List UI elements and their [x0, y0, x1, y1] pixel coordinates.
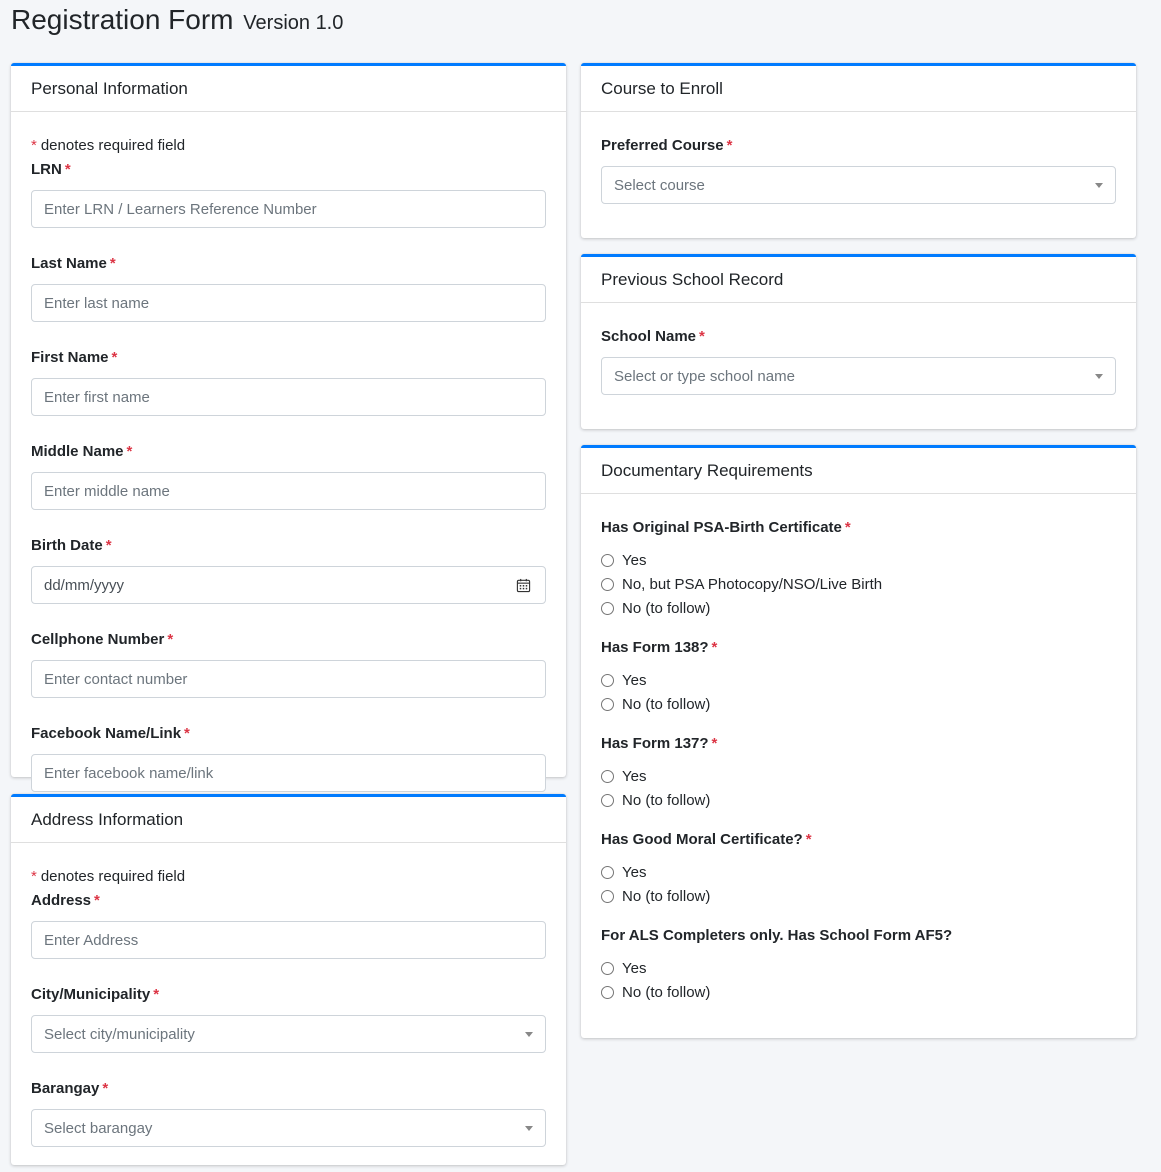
radio-button[interactable]	[601, 793, 614, 807]
version-label: Version 1.0	[243, 12, 344, 34]
documents-header: Documentary Requirements	[581, 448, 1136, 494]
personal-info-card: Personal Information * denotes required f…	[11, 63, 566, 792]
radio-option[interactable]: Yes	[601, 668, 1116, 692]
facebook-group: Facebook Name/Link * Enter facebook name/…	[31, 722, 546, 792]
radio-option[interactable]: No (to follow)	[601, 884, 1116, 908]
school-select[interactable]: Select or type school name	[601, 357, 1116, 395]
als-af5-label: For ALS Completers only. Has School Form…	[601, 927, 953, 944]
good-moral-question: Has Good Moral Certificate? * Yes No (to …	[601, 828, 1116, 908]
cellphone-group: Cellphone Number * Enter contact number	[31, 628, 546, 698]
radio-option[interactable]: No (to follow)	[601, 788, 1116, 812]
middle-name-input[interactable]: Enter middle name	[31, 472, 546, 510]
last-name-group: Last Name * Enter last name	[31, 252, 546, 322]
course-card: Course to Enroll Preferred Course * Selec…	[581, 63, 1136, 238]
form138-label: Has Form 138? *	[601, 639, 718, 656]
last-name-input[interactable]: Enter last name	[31, 284, 546, 322]
school-name-label: School Name *	[601, 328, 705, 345]
radio-option[interactable]: Yes	[601, 860, 1116, 884]
first-name-label: First Name *	[31, 349, 118, 366]
radio-button[interactable]	[601, 961, 614, 975]
calendar-icon[interactable]	[516, 578, 531, 593]
preferred-course-label: Preferred Course *	[601, 137, 733, 154]
radio-button[interactable]	[601, 697, 614, 711]
form138-question: Has Form 138? * Yes No (to follow)	[601, 636, 1116, 716]
birth-date-label: Birth Date *	[31, 537, 112, 554]
chevron-down-icon	[525, 1032, 533, 1037]
facebook-label: Facebook Name/Link *	[31, 725, 190, 742]
radio-option[interactable]: No (to follow)	[601, 980, 1116, 1004]
form137-question: Has Form 137? * Yes No (to follow)	[601, 732, 1116, 812]
address-label: Address *	[31, 892, 100, 909]
first-name-group: First Name * Enter first name	[31, 346, 546, 416]
lrn-group: LRN * Enter LRN / Learners Reference Numb…	[31, 158, 546, 228]
course-select[interactable]: Select course	[601, 166, 1116, 204]
chevron-down-icon	[1095, 183, 1103, 188]
radio-option[interactable]: Yes	[601, 548, 1116, 572]
documents-card: Documentary Requirements Has Original PS…	[581, 445, 1136, 1038]
radio-button[interactable]	[601, 985, 614, 999]
als-af5-question: For ALS Completers only. Has School Form…	[601, 924, 1116, 1004]
address-info-header: Address Information	[11, 797, 566, 843]
required-note: * denotes required field	[31, 137, 186, 154]
page-title-text: Registration Form	[11, 4, 234, 35]
birth-date-group: Birth Date * dd/mm/yyyy	[31, 534, 546, 604]
address-group: Address * Enter Address	[31, 889, 546, 959]
barangay-select[interactable]: Select barangay	[31, 1109, 546, 1147]
radio-option[interactable]: No, but PSA Photocopy/NSO/Live Birth	[601, 572, 1116, 596]
chevron-down-icon	[525, 1126, 533, 1131]
radio-button[interactable]	[601, 889, 614, 903]
required-note: * denotes required field	[31, 868, 186, 885]
cellphone-input[interactable]: Enter contact number	[31, 660, 546, 698]
facebook-input[interactable]: Enter facebook name/link	[31, 754, 546, 792]
radio-button[interactable]	[601, 865, 614, 879]
address-input[interactable]: Enter Address	[31, 921, 546, 959]
middle-name-group: Middle Name * Enter middle name	[31, 440, 546, 510]
psa-question: Has Original PSA-Birth Certificate * Yes …	[601, 516, 1116, 620]
barangay-label: Barangay *	[31, 1080, 109, 1097]
school-card: Previous School Record School Name * Sele…	[581, 254, 1136, 429]
chevron-down-icon	[1095, 374, 1103, 379]
address-info-card: Address Information * denotes required fi…	[11, 794, 566, 1165]
lrn-input[interactable]: Enter LRN / Learners Reference Number	[31, 190, 546, 228]
barangay-placeholder: Select barangay	[44, 1119, 153, 1137]
last-name-label: Last Name *	[31, 255, 116, 272]
radio-button[interactable]	[601, 769, 614, 783]
course-header: Course to Enroll	[581, 66, 1136, 112]
birth-date-input[interactable]: dd/mm/yyyy	[31, 566, 546, 604]
personal-info-header: Personal Information	[11, 66, 566, 112]
radio-button[interactable]	[601, 577, 614, 591]
birth-date-placeholder: dd/mm/yyyy	[44, 576, 125, 594]
form137-label: Has Form 137? *	[601, 735, 718, 752]
first-name-input[interactable]: Enter first name	[31, 378, 546, 416]
barangay-group: Barangay * Select barangay	[31, 1077, 546, 1147]
city-label: City/Municipality *	[31, 986, 160, 1003]
page-title: Registration Form Version 1.0	[11, 4, 343, 36]
school-placeholder: Select or type school name	[614, 367, 795, 385]
lrn-label: LRN *	[31, 161, 71, 178]
cellphone-label: Cellphone Number *	[31, 631, 174, 648]
radio-button[interactable]	[601, 673, 614, 687]
radio-option[interactable]: Yes	[601, 764, 1116, 788]
city-group: City/Municipality * Select city/municipal…	[31, 983, 546, 1053]
city-placeholder: Select city/municipality	[44, 1025, 195, 1043]
middle-name-label: Middle Name *	[31, 443, 133, 460]
psa-label: Has Original PSA-Birth Certificate *	[601, 519, 851, 536]
radio-option[interactable]: No (to follow)	[601, 692, 1116, 716]
radio-button[interactable]	[601, 553, 614, 567]
radio-button[interactable]	[601, 601, 614, 615]
radio-option[interactable]: No (to follow)	[601, 596, 1116, 620]
city-select[interactable]: Select city/municipality	[31, 1015, 546, 1053]
course-placeholder: Select course	[614, 176, 705, 194]
radio-option[interactable]: Yes	[601, 956, 1116, 980]
school-header: Previous School Record	[581, 257, 1136, 303]
good-moral-label: Has Good Moral Certificate? *	[601, 831, 812, 848]
